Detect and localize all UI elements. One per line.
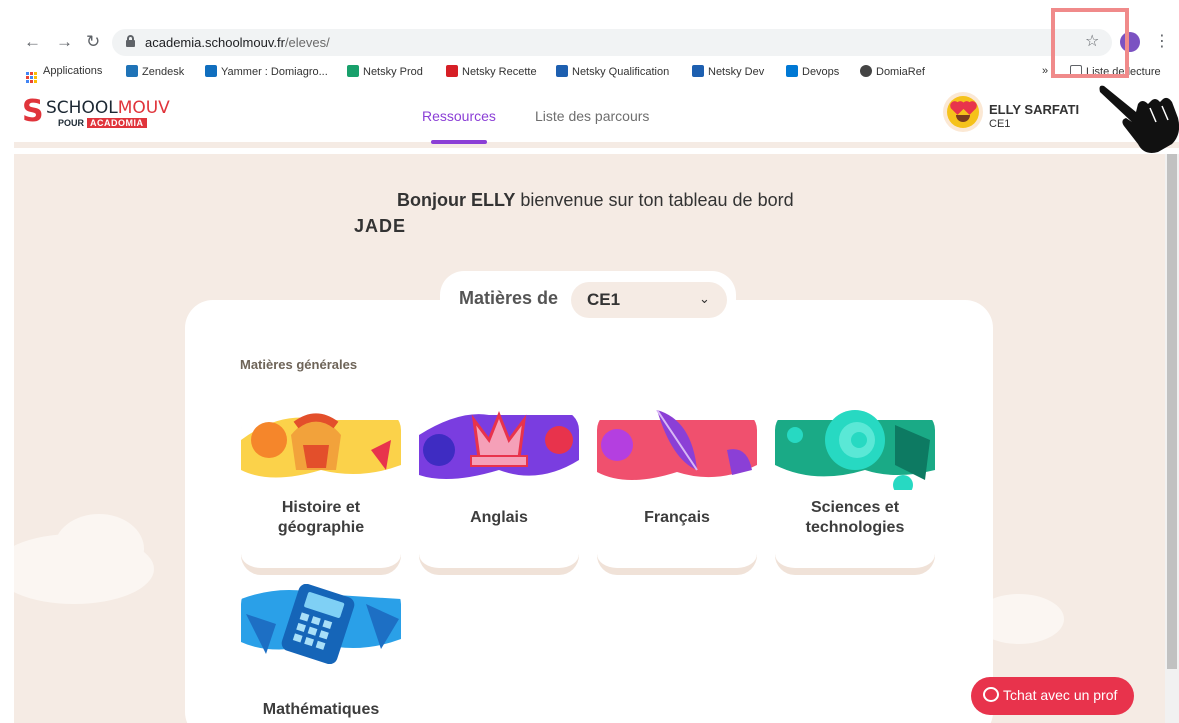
subject-card-histoire-geographie[interactable]: Histoire et géographie [241,410,401,574]
url-domain: academia.schoolmouv.fr [145,35,285,50]
yammer-icon [205,65,217,77]
bookmark-applications[interactable]: Applications [26,65,102,83]
dashboard-main: Bonjour ELLY bienvenue sur ton tableau d… [14,154,1165,723]
scrollbar-thumb[interactable] [1167,154,1177,669]
subject-title: Français [644,509,710,526]
back-arrow-icon[interactable]: ← [24,32,41,52]
app-header: S SCHOOLMOUV POUR ACADOMIA Ressources Lis… [14,84,1179,148]
bookmarks-overflow[interactable]: » [1042,65,1048,77]
active-tab-indicator [431,140,487,144]
globe-icon [860,65,872,77]
netsky-icon [556,65,568,77]
tab-ressources[interactable]: Ressources [422,108,496,124]
schoolmouv-s-icon: S [22,94,44,129]
netsky-icon [347,65,359,77]
subject-card-anglais[interactable]: Anglais [419,410,579,574]
user-name[interactable]: ELLY SARFATI [989,102,1079,117]
crown-icon [419,410,579,490]
section-label: Matières générales [240,357,358,372]
overlay-name-text: JADE [354,216,407,236]
helmet-icon [241,410,401,490]
bookmark-netsky-recette[interactable]: Netsky Recette [446,65,537,78]
pointing-hand-icon [1099,85,1179,153]
level-select-value: CE1 [587,290,621,309]
highlight-box [1051,8,1129,78]
subject-title: Sciences et technologies [805,499,905,536]
chevron-down-icon: ⌄ [699,291,710,306]
subject-title: Mathématiques [262,701,380,718]
bookmark-netsky-prod[interactable]: Netsky Prod [347,65,423,78]
subject-card-mathematiques[interactable]: Mathématiques [241,584,401,723]
bookmarks-bar: Applications Zendesk Yammer : Domiagro..… [0,62,1179,83]
bookmark-netsky-dev[interactable]: Netsky Dev [692,65,764,78]
user-class: CE1 [989,118,1011,130]
chat-with-teacher-button[interactable]: Tchat avec un prof [971,677,1134,715]
subject-title: Anglais [470,509,528,526]
user-avatar[interactable] [943,92,983,132]
bookmark-domiaref[interactable]: DomiaRef [860,65,925,78]
logo-wordmark: SCHOOLMOUV [46,98,170,118]
background-cloud [54,514,144,584]
browser-toolbar: ← → ↻ academia.schoolmouv.fr/eleves/ ☆ ⋮ [0,0,1179,62]
chat-button-label: Tchat avec un prof [1003,687,1118,703]
subject-card-francais[interactable]: Français [597,410,757,574]
heart-eyes-emoji-icon [947,96,979,128]
url-path: /eleves/ [284,35,330,50]
devops-icon [786,65,798,77]
address-bar[interactable]: academia.schoolmouv.fr/eleves/ [112,29,1112,56]
subject-card-sciences-technologies[interactable]: Sciences et technologies [775,410,935,574]
bookmark-zendesk[interactable]: Zendesk [126,65,184,78]
subject-title: Histoire et géographie [277,499,365,536]
level-select[interactable]: CE1 ⌄ [571,282,727,318]
bookmark-devops[interactable]: Devops [786,65,839,78]
netsky-icon [692,65,704,77]
shell-icon [775,410,935,490]
zendesk-icon [126,65,138,77]
url-text: academia.schoolmouv.fr/eleves/ [145,35,330,50]
menu-kebab-icon[interactable]: ⋮ [1154,31,1170,51]
apps-grid-icon [26,72,37,83]
netsky-icon [446,65,458,77]
bookmark-yammer[interactable]: Yammer : Domiagro... [205,65,328,78]
feather-icon [597,410,757,490]
page-scrollbar[interactable] [1165,154,1179,723]
reload-icon[interactable]: ↻ [86,32,100,52]
lock-icon [126,35,135,47]
calculator-icon [241,584,401,664]
bookmark-netsky-qualification[interactable]: Netsky Qualification [556,65,669,78]
logo-subtitle: POUR ACADOMIA [58,118,147,128]
forward-arrow-icon[interactable]: → [56,32,73,52]
tab-liste-des-parcours[interactable]: Liste des parcours [535,108,649,124]
chat-bubble-icon [983,687,999,702]
greeting: Bonjour ELLY bienvenue sur ton tableau d… [397,190,794,210]
matieres-label: Matières de [459,288,559,308]
